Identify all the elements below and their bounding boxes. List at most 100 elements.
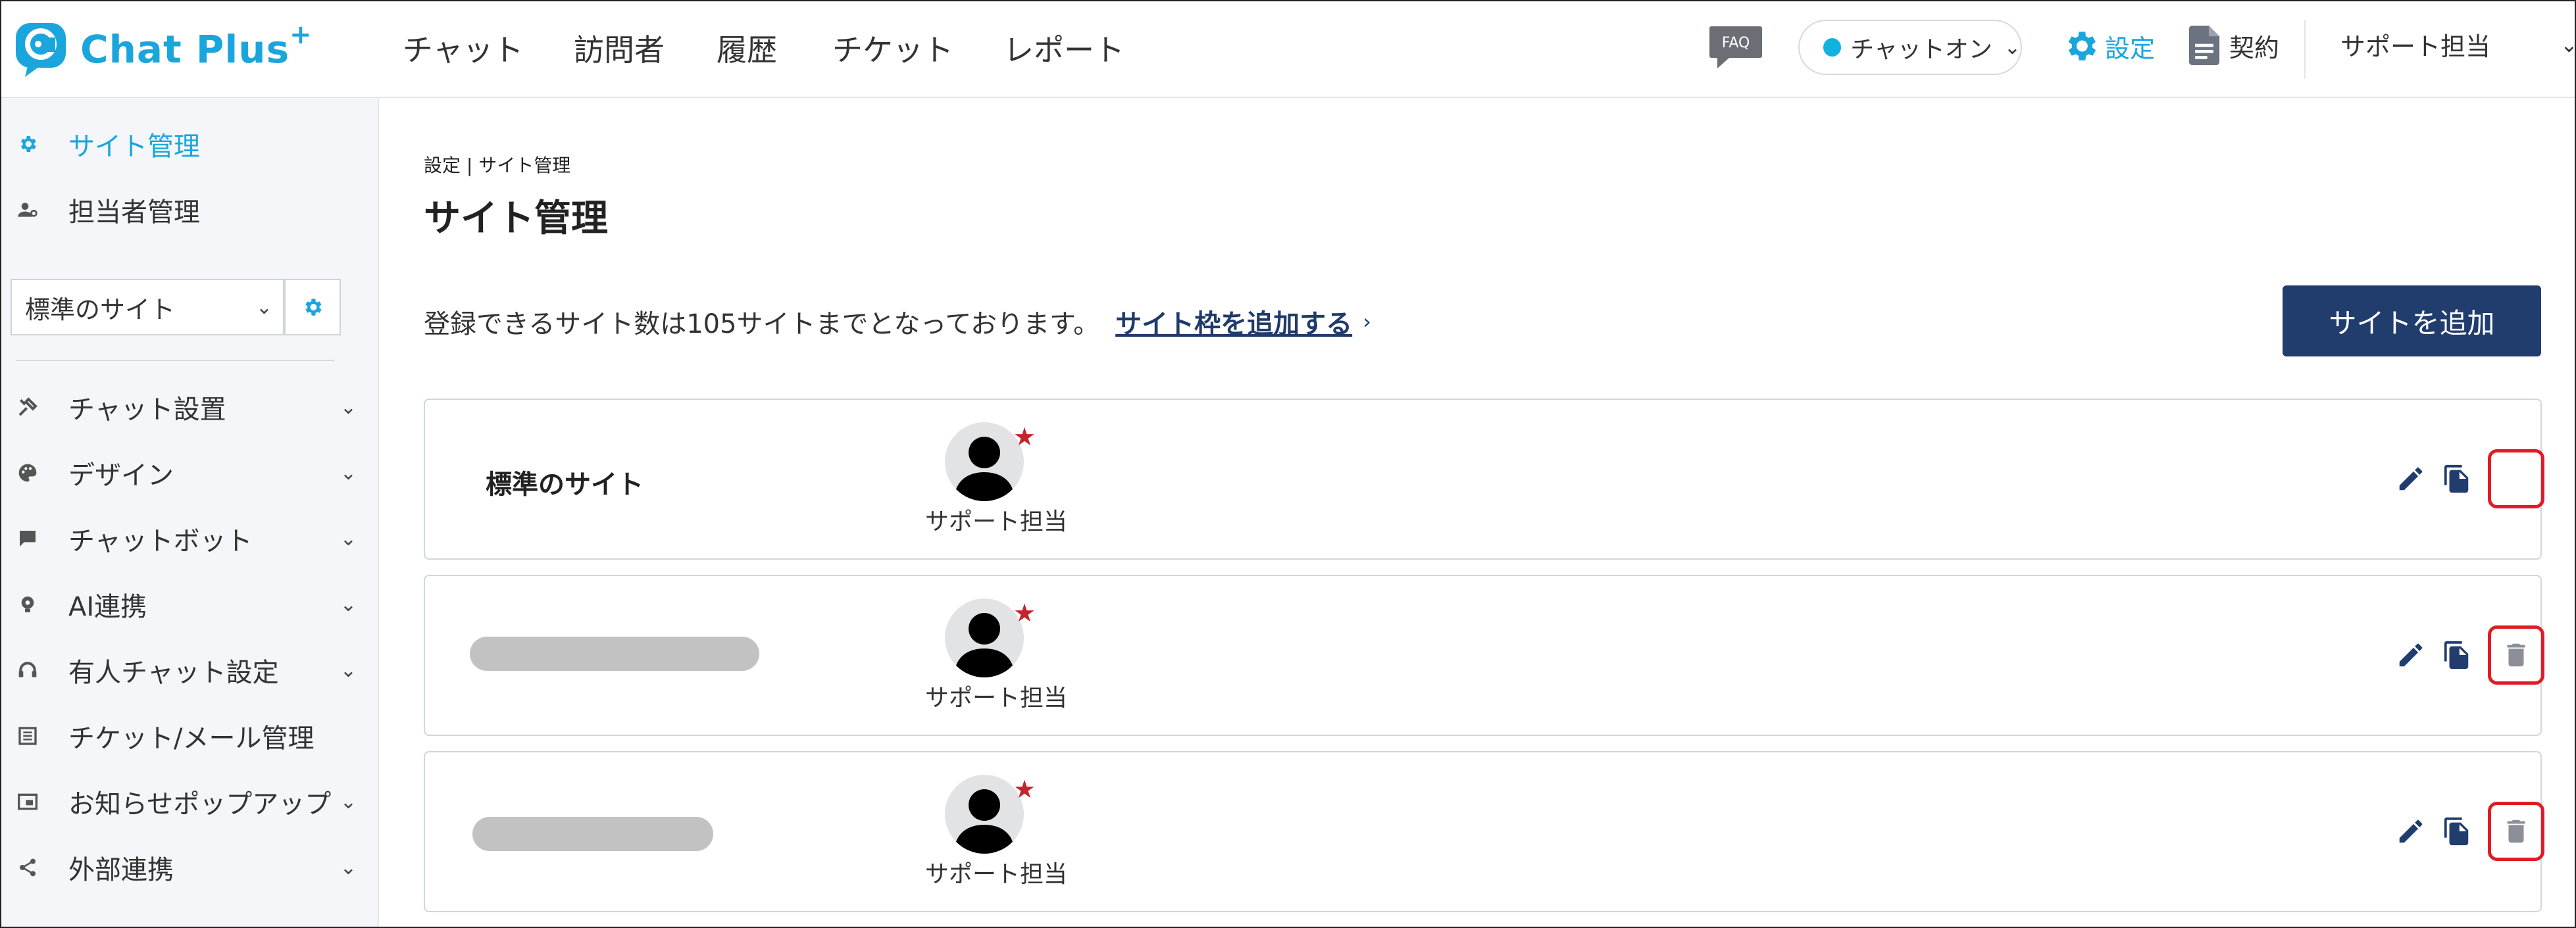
header-divider [2304,20,2306,79]
breadcrumb-current: サイト管理 [478,155,571,176]
edit-button[interactable] [2392,460,2429,497]
contract-label: 契約 [2229,33,2280,62]
settings-link[interactable]: 設定 [2061,26,2155,66]
sidebar-item-agent-management[interactable]: 担当者管理 [1,190,357,230]
pencil-icon [2399,467,2423,491]
nav-chat[interactable]: チャット [403,26,524,70]
nav-history[interactable]: 履歴 [717,26,777,70]
status-label: チャットオン [1850,36,1992,63]
sidebar-item-chat-install[interactable]: チャット設置 ⌄ [1,387,357,427]
chevron-down-icon: ⌄ [340,461,357,485]
sidebar-item-label: デザイン [68,460,174,491]
copy-button[interactable] [2438,460,2475,497]
site-limit-text: 登録できるサイト数は105サイトまでとなっております。 [424,309,1100,339]
sidebar-divider [16,360,334,361]
gear-icon [14,131,41,157]
contract-link[interactable]: 契約 [2188,24,2279,67]
copy-button[interactable] [2438,637,2475,673]
nav-tickets[interactable]: チケット [832,26,953,70]
agent-name: サポート担当 [925,861,1068,888]
delete-button[interactable] [2488,802,2544,861]
chevron-down-icon: ⌄ [340,790,357,814]
sidebar-item-design[interactable]: デザイン ⌄ [1,453,357,493]
nav-reports[interactable]: レポート [1003,26,1124,70]
sidebar-item-label: 有人チャット設定 [68,658,279,688]
user-gear-icon [14,197,41,223]
star-icon: ★ [1013,422,1036,451]
copy-icon [2444,641,2469,670]
chatplus-logo[interactable]: Chat Plus + [13,20,312,79]
star-icon: ★ [1013,598,1036,627]
agent-name: サポート担当 [925,508,1068,535]
site-card: ★ サポート担当 [424,751,2544,912]
person-icon [954,789,1015,854]
document-icon [2188,26,2220,65]
user-name: サポート担当 [2340,32,2491,61]
sidebar-item-label: 外部連携 [68,855,174,885]
faq-button[interactable]: FAQ [1709,26,1762,70]
chevron-down-icon: ⌄ [340,856,357,879]
site-select-dropdown[interactable]: 標準のサイト ⌄ [11,279,284,335]
user-menu[interactable]: サポート担当 ⌄ [2340,26,2575,62]
site-select-value: 標準のサイト [25,295,176,324]
chevron-down-icon: ⌄ [340,658,357,682]
delete-button-slot [2488,449,2544,508]
breadcrumb-separator: | [466,155,479,176]
breadcrumb: 設定 | サイト管理 [424,151,570,178]
trash-icon [2507,819,2525,843]
status-online-dot [1823,38,1842,57]
sidebar-item-manned-chat[interactable]: 有人チャット設定 ⌄ [1,650,357,690]
ai-bulb-icon [14,591,41,618]
sidebar-item-label: お知らせポップアップ [68,789,332,819]
delete-button[interactable] [2488,625,2544,685]
palette-icon [14,460,41,486]
popup-icon [14,789,41,815]
edit-button[interactable] [2392,813,2429,850]
agent-avatar: ★ サポート担当 [925,422,1068,541]
sidebar-item-label: チケット/メール管理 [68,723,315,754]
site-name-redacted [470,637,759,671]
sidebar-item-label: 担当者管理 [68,197,200,228]
top-header: Chat Plus + チャット 訪問者 履歴 チケット レポート FAQ チャ… [1,1,2575,98]
site-card: ★ サポート担当 [424,575,2544,736]
agent-avatar: ★ サポート担当 [925,598,1067,717]
sidebar-item-label: サイト管理 [68,132,200,162]
app-window: Chat Plus + チャット 訪問者 履歴 チケット レポート FAQ チャ… [0,0,2576,928]
add-site-frame-link[interactable]: サイト枠を追加する [1115,303,1352,341]
person-icon [954,437,1015,501]
sidebar-item-site-management[interactable]: サイト管理 [1,124,357,164]
sidebar-item-ai[interactable]: AI連携 ⌄ [1,585,357,624]
sidebar-item-popup[interactable]: お知らせポップアップ ⌄ [1,782,357,821]
chevron-down-icon: ⌄ [2560,32,2575,57]
chevron-right-icon: › [1363,309,1371,334]
add-site-button[interactable]: サイトを追加 [2283,285,2541,356]
page-title: サイト管理 [424,197,608,240]
copy-icon [2444,464,2469,493]
copy-button[interactable] [2438,813,2475,850]
chat-status-dropdown[interactable]: チャットオン ⌄ [1798,20,2022,75]
sidebar-item-label: AI連携 [68,592,147,622]
sidebar-item-chatbot[interactable]: チャットボット ⌄ [1,519,357,558]
gear-icon [305,299,322,316]
pencil-icon [2399,643,2423,667]
chevron-down-icon: ⌄ [2004,36,2021,59]
site-card: 標準のサイト ★ サポート担当 [424,399,2544,560]
edit-button[interactable] [2392,637,2429,673]
chatplus-logo-icon [16,23,66,77]
nav-visitors[interactable]: 訪問者 [574,26,665,70]
logo-plus: + [290,20,312,50]
avatar-circle [945,775,1024,854]
sidebar-item-ticket-mail[interactable]: チケット/メール管理 [1,716,357,756]
site-settings-button[interactable] [284,279,341,335]
site-limit-info: 登録できるサイト数は105サイトまでとなっております。 サイト枠を追加する › [424,303,1371,341]
pencil-icon [2399,819,2423,843]
sidebar-item-external[interactable]: 外部連携 ⌄ [1,848,357,887]
chevron-down-icon: ⌄ [340,527,357,550]
gear-icon [2068,32,2096,61]
list-icon [14,723,41,749]
logo-text: Chat Plus [80,27,290,72]
person-icon [954,613,1015,677]
breadcrumb-settings[interactable]: 設定 [424,155,461,176]
faq-icon: FAQ [1709,26,1762,68]
copy-icon [2444,817,2469,846]
